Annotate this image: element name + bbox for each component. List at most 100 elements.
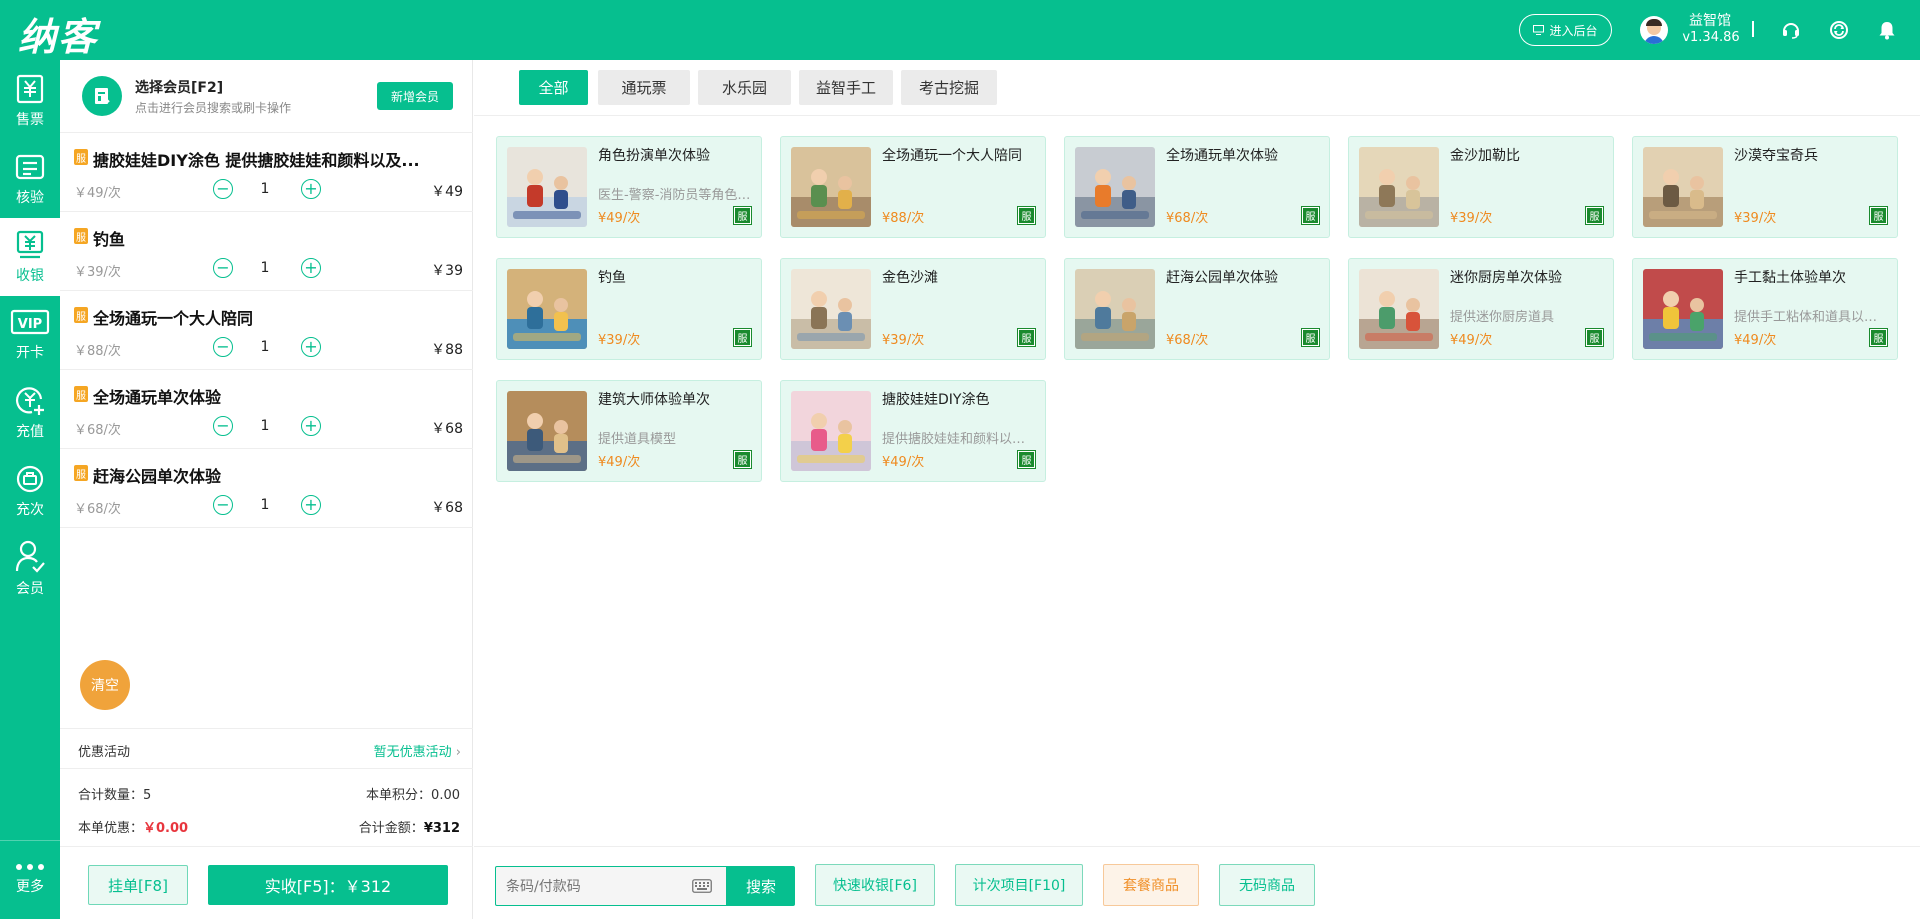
product-name: 沙漠夺宝奇兵 — [1734, 148, 1818, 164]
product-card[interactable]: 全场通玩单次体验 ¥68/次 服 — [1064, 136, 1330, 238]
product-thumbnail — [1643, 269, 1723, 349]
product-price: ¥39/次 — [1450, 211, 1493, 226]
member-select-bar[interactable]: 选择会员[F2] 点击进行会员搜索或刷卡操作 新增会员 — [60, 60, 473, 133]
nav-label: 售票 — [16, 112, 44, 128]
product-price: ¥49/次 — [1734, 333, 1777, 348]
times-item-button[interactable]: 计次项目[F10] — [955, 864, 1083, 906]
product-thumbnail — [1075, 147, 1155, 227]
promo-value[interactable]: 暂无优惠活动 › — [374, 741, 461, 760]
nav-item-recharge[interactable]: 充值 — [0, 374, 60, 452]
search-button[interactable]: 搜索 — [727, 866, 795, 906]
top-bar: 纳客 进入后台 益智馆 v1.34.86 — [0, 0, 1920, 60]
nav-item-members[interactable]: 会员 — [0, 530, 60, 608]
cart-item-name: 搪胶娃娃DIY涂色 提供搪胶娃娃和颜料以及... — [93, 151, 420, 170]
cart-item-qty[interactable]: 1 — [255, 181, 275, 197]
product-card[interactable]: 迷你厨房单次体验 提供迷你厨房道具 ¥49/次 服 — [1348, 258, 1614, 360]
product-card[interactable]: 角色扮演单次体验 医生-警察-消防员等角色扮演 ¥49/次 服 — [496, 136, 762, 238]
nav-item-verify[interactable]: 核验 — [0, 140, 60, 218]
add-member-button[interactable]: 新增会员 — [377, 82, 453, 110]
product-name: 手工黏土体验单次 — [1734, 270, 1846, 286]
tab-crafts[interactable]: 益智手工 — [799, 70, 893, 105]
monitor-icon — [1533, 25, 1545, 35]
total-value: ¥312 — [423, 821, 460, 836]
hang-order-button[interactable]: 挂单[F8] — [88, 865, 188, 905]
refresh-icon[interactable] — [1827, 18, 1851, 42]
tab-water-park[interactable]: 水乐园 — [698, 70, 791, 105]
pay-button[interactable]: 实收[F5]：￥312 — [208, 865, 448, 905]
cart-item[interactable]: 服搪胶娃娃DIY涂色 提供搪胶娃娃和颜料以及... ￥49/次 − 1 + ￥49 — [60, 133, 473, 212]
cart-item[interactable]: 服钓鱼 ￥39/次 − 1 + ￥39 — [60, 212, 473, 291]
barcode-input[interactable] — [506, 876, 676, 898]
tab-pass[interactable]: 通玩票 — [598, 70, 690, 105]
cart-item[interactable]: 服全场通玩一个大人陪同 ￥88/次 − 1 + ￥88 — [60, 291, 473, 370]
headset-icon[interactable] — [1779, 18, 1803, 42]
verify-icon — [15, 154, 45, 180]
promo-label: 优惠活动 — [78, 745, 131, 760]
no-code-button[interactable]: 无码商品 — [1219, 864, 1315, 906]
promo-row[interactable]: 优惠活动 暂无优惠活动 › — [60, 728, 473, 769]
product-card[interactable]: 建筑大师体验单次 提供道具模型 ¥49/次 服 — [496, 380, 762, 482]
service-tag: 服 — [733, 450, 752, 469]
increase-qty-button[interactable]: + — [301, 495, 321, 515]
increase-qty-button[interactable]: + — [301, 179, 321, 199]
member-subtitle: 点击进行会员搜索或刷卡操作 — [135, 101, 292, 115]
nav-item-cashier[interactable]: 收银 — [0, 218, 60, 296]
increase-qty-button[interactable]: + — [301, 416, 321, 436]
cart-item-name: 钓鱼 — [93, 230, 126, 249]
points-value: 0.00 — [431, 788, 460, 803]
cart-item-qty[interactable]: 1 — [255, 418, 275, 434]
cart-item-qty[interactable]: 1 — [255, 497, 275, 513]
increase-qty-button[interactable]: + — [301, 337, 321, 357]
package-button[interactable]: 套餐商品 — [1103, 864, 1199, 906]
product-card[interactable]: 赶海公园单次体验 ¥68/次 服 — [1064, 258, 1330, 360]
bell-icon[interactable] — [1875, 18, 1899, 42]
product-name: 金沙加勒比 — [1450, 148, 1520, 164]
tab-archaeology[interactable]: 考古挖掘 — [901, 70, 997, 105]
product-thumbnail — [1359, 147, 1439, 227]
product-card[interactable]: 钓鱼 ¥39/次 服 — [496, 258, 762, 360]
discount-value: ￥0.00 — [143, 821, 189, 836]
product-thumbnail — [791, 147, 871, 227]
nav-item-tickets[interactable]: 售票 — [0, 62, 60, 140]
product-card[interactable]: 全场通玩一个大人陪同 ¥88/次 服 — [780, 136, 1046, 238]
divider — [1752, 21, 1754, 37]
product-card[interactable]: 金色沙滩 ¥39/次 服 — [780, 258, 1046, 360]
product-thumbnail — [1359, 269, 1439, 349]
product-desc: 提供道具模型 — [598, 432, 677, 447]
decrease-qty-button[interactable]: − — [213, 416, 233, 436]
decrease-qty-button[interactable]: − — [213, 337, 233, 357]
decrease-qty-button[interactable]: − — [213, 495, 233, 515]
discount-summary: 本单优惠：￥0.00 — [78, 817, 188, 836]
product-desc: 提供搪胶娃娃和颜料以及工具 — [882, 432, 1037, 447]
cart-item-qty[interactable]: 1 — [255, 339, 275, 355]
nav-item-vip-card[interactable]: VIP 开卡 — [0, 296, 60, 374]
enter-backend-label: 进入后台 — [1549, 23, 1598, 38]
tab-all[interactable]: 全部 — [519, 70, 588, 105]
product-card[interactable]: 手工黏土体验单次 提供手工粘体和道具以及教学 ¥49/次 服 — [1632, 258, 1898, 360]
product-card[interactable]: 搪胶娃娃DIY涂色 提供搪胶娃娃和颜料以及工具 ¥49/次 服 — [780, 380, 1046, 482]
clear-cart-button[interactable]: 清空 — [80, 660, 130, 710]
avatar[interactable] — [1640, 16, 1668, 44]
decrease-qty-button[interactable]: − — [213, 179, 233, 199]
cart-item-qty[interactable]: 1 — [255, 260, 275, 276]
search-bar: 搜索 快速收银[F6] 计次项目[F10] 套餐商品 无码商品 — [474, 846, 1920, 919]
decrease-qty-button[interactable]: − — [213, 258, 233, 278]
quick-cash-button[interactable]: 快速收银[F6] — [815, 864, 935, 906]
nav-item-recharge-times[interactable]: 充次 — [0, 452, 60, 530]
nav-label: 开卡 — [16, 345, 44, 361]
product-card[interactable]: 金沙加勒比 ¥39/次 服 — [1348, 136, 1614, 238]
cart-item[interactable]: 服全场通玩单次体验 ￥68/次 − 1 + ￥68 — [60, 370, 473, 449]
count-summary: 合计数量：5 — [78, 784, 151, 803]
increase-qty-button[interactable]: + — [301, 258, 321, 278]
nav-more[interactable]: 更多 — [0, 840, 60, 919]
nav-label: 会员 — [16, 581, 44, 597]
enter-backend-button[interactable]: 进入后台 — [1519, 14, 1612, 46]
service-badge: 服 — [74, 307, 88, 323]
product-thumbnail — [1075, 269, 1155, 349]
recharge-times-icon — [16, 465, 44, 493]
cart-item-total: ￥39 — [431, 263, 463, 279]
product-thumbnail — [507, 391, 587, 471]
keyboard-icon[interactable] — [692, 879, 712, 893]
product-card[interactable]: 沙漠夺宝奇兵 ¥39/次 服 — [1632, 136, 1898, 238]
cart-item[interactable]: 服赶海公园单次体验 ￥68/次 − 1 + ￥68 — [60, 449, 473, 528]
